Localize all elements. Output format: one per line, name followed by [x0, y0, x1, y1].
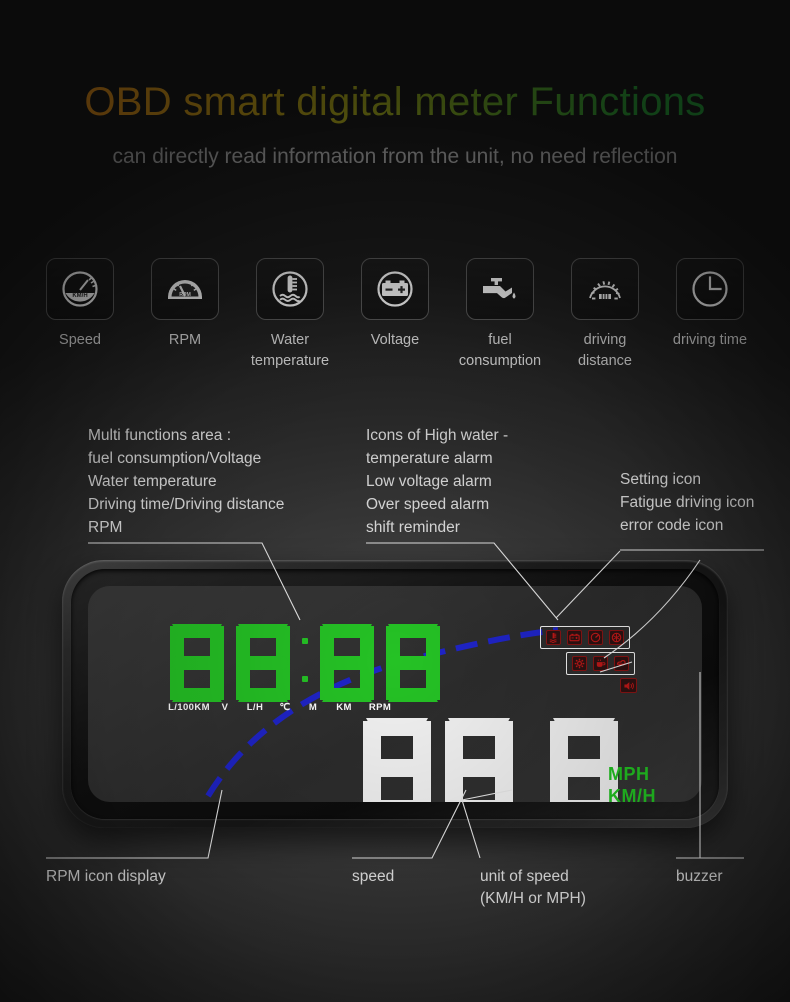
multi-digit [170, 624, 224, 702]
error-code-icon[interactable] [614, 656, 629, 671]
feature-item-driving-time: driving time [664, 258, 756, 372]
high-water-temperature-alarm-icon[interactable] [546, 630, 561, 645]
feature-item-voltage: Voltage [349, 258, 441, 372]
unit-label: M [308, 702, 318, 713]
unit-label: V [221, 702, 229, 713]
unit-label: RPM [368, 702, 392, 713]
feature-item-driving-distance: driving distance [559, 258, 651, 372]
hud-device: L/100KM V L/H ℃ M KM RPM MPH KM/H [62, 560, 728, 828]
setting-icon[interactable] [572, 656, 587, 671]
tachometer-icon: RPM [151, 258, 219, 320]
shift-reminder-icon[interactable] [609, 630, 624, 645]
multi-digit [320, 624, 374, 702]
caption-unit-of-speed: unit of speed (KM/H or MPH) [480, 868, 586, 908]
feature-label: RPM [168, 332, 202, 348]
svg-text:RPM: RPM [179, 292, 191, 298]
speed-display [363, 718, 618, 802]
caption-speed: speed [352, 868, 395, 885]
colon-separator [302, 624, 308, 702]
multi-digit [386, 624, 440, 702]
unit-label: KM [336, 702, 352, 713]
speedometer-icon: KM/H [46, 258, 114, 320]
page-subtitle: can directly read information from the u… [112, 145, 678, 168]
speed-digit [445, 718, 513, 802]
annotation-setting-icons: Setting icon Fatigue driving icon error … [620, 471, 755, 534]
oil-can-icon [466, 258, 534, 320]
svg-text:KM/H: KM/H [72, 293, 87, 299]
speed-unit-mph: MPH [608, 764, 650, 784]
feature-icon-row: KM/H Speed RPM RPM Water temperature Vol… [0, 258, 790, 372]
fatigue-driving-icon[interactable] [593, 656, 608, 671]
unit-label-row: L/100KM V L/H ℃ M KM RPM [166, 702, 406, 713]
decimal-point [527, 718, 536, 802]
speed-digit [363, 718, 431, 802]
feature-item-rpm: RPM RPM [139, 258, 231, 372]
buzzer-speaker-icon[interactable] [620, 678, 637, 693]
feature-label: Speed [59, 332, 101, 348]
feature-label: Voltage [370, 332, 420, 348]
over-speed-alarm-icon[interactable] [588, 630, 603, 645]
speed-unit-kmh: KM/H [608, 785, 656, 802]
annotation-multi-functions: Multi functions area : fuel consumption/… [88, 427, 285, 536]
low-voltage-alarm-icon[interactable] [567, 630, 582, 645]
unit-label: ℃ [279, 702, 291, 713]
hud-screen: L/100KM V L/H ℃ M KM RPM MPH KM/H [88, 586, 702, 802]
feature-label: driving time [672, 332, 748, 348]
water-temperature-icon [256, 258, 324, 320]
alarm-icon-row-2 [566, 652, 635, 675]
multi-function-display [170, 624, 440, 702]
unit-label: L/H [246, 702, 264, 713]
speed-unit-labels: MPH KM/H [608, 764, 656, 802]
clock-icon [676, 258, 744, 320]
feature-label: fuel consumption [458, 332, 542, 370]
feature-label: driving distance [577, 332, 632, 370]
battery-icon [361, 258, 429, 320]
caption-buzzer: buzzer [676, 868, 723, 885]
alarm-icon-row-1 [540, 626, 630, 649]
page-title: OBD smart digital meter Functions [0, 80, 790, 125]
feature-item-fuel-consumption: fuel consumption [454, 258, 546, 372]
multi-digit [236, 624, 290, 702]
feature-item-water-temperature: Water temperature [244, 258, 336, 372]
unit-label: L/100KM [168, 702, 210, 713]
feature-label: Water temperature [250, 332, 330, 370]
feature-item-speed: KM/H Speed [34, 258, 126, 372]
annotation-alarm-icons: Icons of High water - temperature alarm … [366, 427, 509, 536]
caption-rpm-display: RPM icon display [46, 868, 166, 885]
odometer-icon [571, 258, 639, 320]
